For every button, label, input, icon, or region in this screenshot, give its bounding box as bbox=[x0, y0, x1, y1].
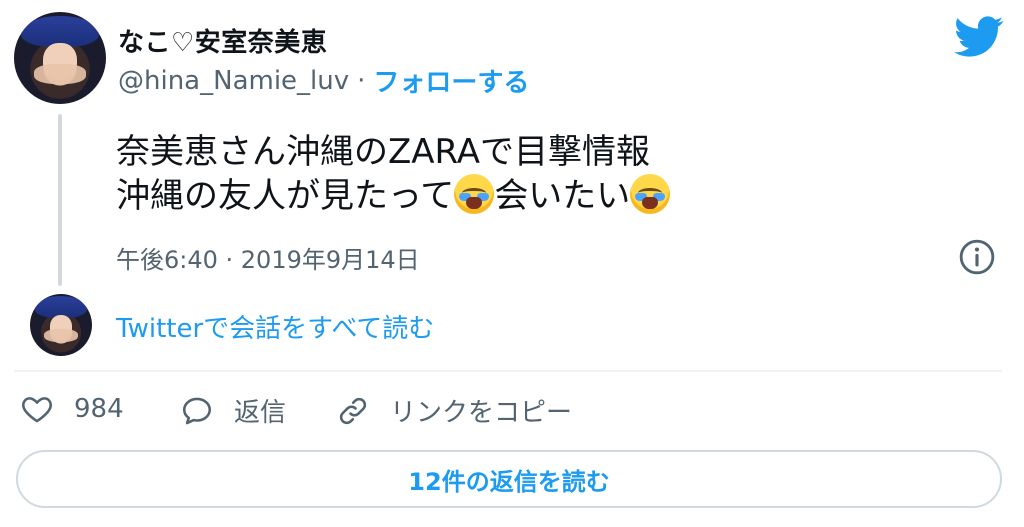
reply-label: 返信 bbox=[234, 398, 287, 428]
copy-link-label: リンクをコピー bbox=[390, 398, 573, 428]
read-conversation-link[interactable]: Twitterで会話をすべて読む bbox=[116, 308, 434, 345]
link-icon bbox=[339, 397, 367, 424]
tweet-text: 奈美恵さん沖縄のZARAで目撃情報 沖縄の友人が見たって 会いたい bbox=[116, 130, 936, 218]
info-icon[interactable] bbox=[958, 238, 996, 276]
tweet-line-2: 沖縄の友人が見たって 会いたい bbox=[116, 174, 936, 218]
follow-button[interactable]: フォローする bbox=[373, 62, 529, 99]
copy-link-action[interactable]: リンクをコピー bbox=[336, 392, 572, 429]
avatar-hat bbox=[21, 15, 99, 47]
read-replies-label: 12件の返信を読む bbox=[408, 467, 610, 496]
thread-line bbox=[58, 114, 62, 286]
avatar-hands bbox=[43, 328, 79, 343]
meta-separator: · bbox=[357, 65, 366, 96]
loudly-crying-face-icon bbox=[630, 174, 671, 214]
avatar-hands bbox=[34, 63, 86, 84]
tweet-line-2-part-1: 沖縄の友人が見たって bbox=[116, 176, 455, 216]
author-name[interactable]: なこ♡安室奈美恵 bbox=[118, 22, 327, 59]
read-replies-button[interactable]: 12件の返信を読む bbox=[16, 450, 1002, 508]
author-avatar[interactable] bbox=[14, 12, 106, 104]
reply-action[interactable]: 返信 bbox=[180, 392, 286, 429]
tweet-line-1: 奈美恵さん沖縄のZARAで目撃情報 bbox=[116, 132, 651, 172]
reply-bubble-icon bbox=[182, 397, 212, 424]
author-meta: @hina_Namie_luv · フォローする bbox=[118, 62, 529, 99]
loudly-crying-face-icon bbox=[454, 174, 495, 214]
tweet-timestamp[interactable]: 午後6:40 · 2019年9月14日 bbox=[116, 240, 420, 275]
tweet-line-2-part-2: 会いたい bbox=[494, 176, 631, 216]
author-handle[interactable]: @hina_Namie_luv bbox=[118, 66, 349, 96]
heart-icon bbox=[22, 397, 52, 423]
conversation-avatar[interactable] bbox=[30, 294, 92, 356]
twitter-bird-icon[interactable] bbox=[954, 16, 1004, 58]
actions-divider bbox=[14, 370, 1002, 372]
like-count: 984 bbox=[74, 394, 124, 424]
like-action[interactable]: 984 bbox=[20, 392, 124, 426]
